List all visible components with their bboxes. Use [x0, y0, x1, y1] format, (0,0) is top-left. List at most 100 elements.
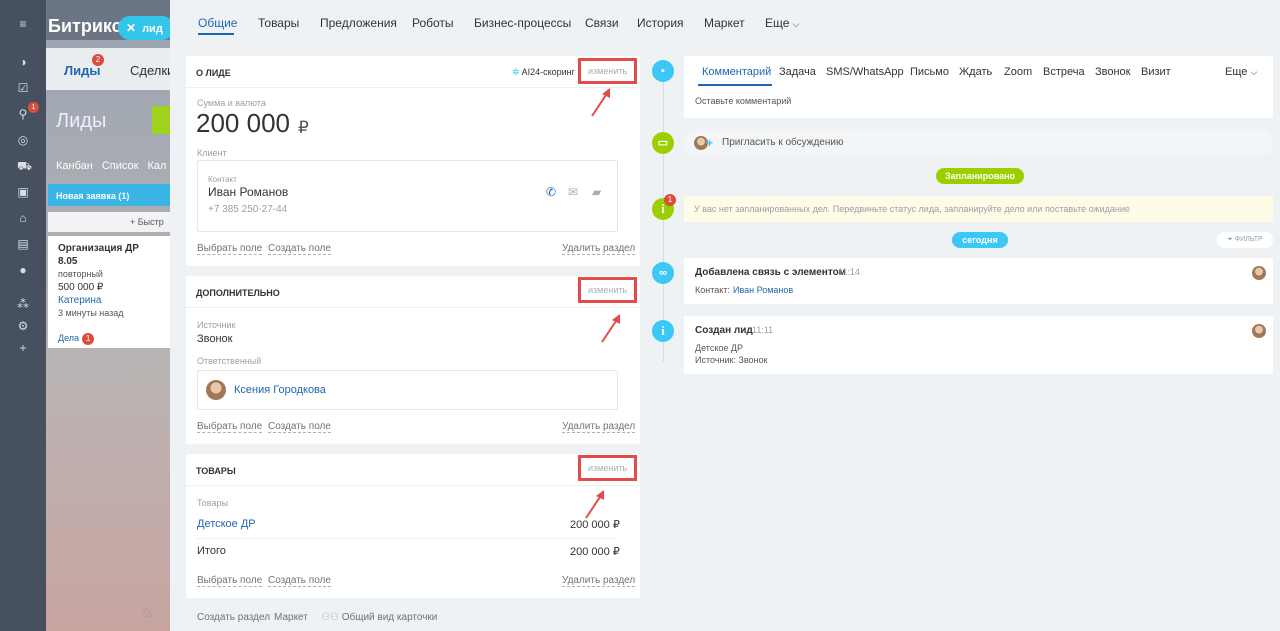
select-field-link[interactable]: Выбрать поле	[197, 421, 263, 433]
chip-label: лид	[142, 23, 163, 35]
tab-comment[interactable]: Комментарий	[702, 66, 771, 78]
background-add-button[interactable]	[152, 106, 170, 134]
highlight-arrow	[601, 314, 620, 343]
timeline-event: Добавлена связь с элементом 11:14 Контак…	[684, 258, 1273, 304]
event-title: Добавлена связь с элементом	[695, 267, 846, 278]
event-contact-link[interactable]: Иван Романов	[733, 285, 793, 295]
select-field-link[interactable]: Выбрать поле	[197, 243, 263, 255]
tab-visit[interactable]: Визит	[1141, 66, 1171, 78]
product-name[interactable]: Детское ДР	[197, 518, 256, 530]
mail-icon[interactable]: ✉	[568, 185, 578, 199]
create-field-link[interactable]: Создать поле	[268, 421, 331, 433]
robot-icon[interactable]: ⌂	[17, 212, 29, 224]
comment-input[interactable]: Оставьте комментарий	[695, 96, 791, 106]
contact-name[interactable]: Иван Романов	[208, 185, 288, 199]
select-field-link[interactable]: Выбрать поле	[197, 575, 263, 587]
view-kanban[interactable]: Канбан	[56, 160, 93, 172]
delete-section-link[interactable]: Удалить раздел	[562, 421, 636, 433]
view-calendar[interactable]: Кал	[147, 160, 166, 172]
link-icon: ∞	[652, 262, 674, 284]
view-list[interactable]: Список	[102, 160, 139, 172]
crm-icon[interactable]: ⚲	[17, 108, 29, 120]
plans-badge: 1	[664, 194, 676, 206]
crm-badge: 1	[28, 102, 39, 113]
contact-phone[interactable]: +7 385 250-27-44	[208, 204, 287, 215]
market-link[interactable]: Маркет	[274, 612, 308, 623]
menu-icon[interactable]: ≡	[17, 18, 29, 30]
about-lead-section: О лиде ✲ AI24-скоринг изменить Сумма и в…	[186, 56, 640, 266]
edit-button[interactable]: изменить	[578, 277, 638, 303]
create-field-link[interactable]: Создать поле	[268, 575, 331, 587]
tab-call[interactable]: Звонок	[1095, 66, 1131, 78]
tab-robots[interactable]: Роботы	[412, 16, 454, 30]
settings-icon[interactable]: ⚙	[17, 320, 29, 332]
chat-icon[interactable]: ▰	[592, 185, 601, 199]
common-view-link[interactable]: ⚇⚇ Общий вид карточки	[321, 612, 437, 623]
tasks-icon[interactable]: ☑	[17, 82, 29, 94]
kanban-card[interactable]: Организация ДР 8.05 повторный 500 000 ₽ …	[48, 236, 170, 348]
create-field-link[interactable]: Создать поле	[268, 243, 331, 255]
avatar	[1252, 266, 1266, 280]
print-icon[interactable]: ⎙	[142, 605, 152, 620]
box-icon[interactable]: ▤	[17, 238, 29, 250]
cart-icon[interactable]: ⛟	[17, 160, 32, 172]
check-icon[interactable]: ●	[17, 264, 29, 276]
structure-icon[interactable]: ⁂	[17, 298, 29, 310]
column-count: (1)	[118, 191, 130, 201]
background-view-switch: Канбан Список Кал	[56, 160, 170, 172]
edit-button[interactable]: изменить	[578, 455, 638, 481]
section-title: О лиде	[196, 68, 231, 78]
highlight-arrow	[585, 490, 604, 519]
event-detail: Детское ДР	[695, 343, 743, 353]
edit-button[interactable]: изменить	[578, 58, 638, 84]
contacts-icon[interactable]: ▣	[17, 186, 29, 198]
chat-bubble-icon: ▭	[652, 132, 674, 154]
chevron-down-icon: ⌵	[792, 19, 800, 29]
card-time: 3 минуты назад	[58, 308, 124, 318]
invite-label: Пригласить к обсуждению	[722, 137, 844, 148]
create-section-link[interactable]: Создать раздел	[197, 612, 270, 623]
responsible-name[interactable]: Ксения Городкова	[234, 384, 326, 396]
tab-task[interactable]: Задача	[779, 66, 816, 78]
background-title: Битрикс	[48, 16, 122, 36]
lead-card-slider: Общие Товары Предложения Роботы Бизнес-п…	[170, 0, 1280, 631]
tab-history[interactable]: История	[637, 16, 684, 30]
phone-icon[interactable]: ✆	[546, 185, 556, 199]
ai-scoring[interactable]: ✲ AI24-скоринг	[512, 67, 575, 78]
tab-email[interactable]: Письмо	[910, 66, 949, 78]
card-deals[interactable]: Дела 1	[58, 332, 160, 345]
invite-row[interactable]: + Пригласить к обсуждению	[684, 130, 1273, 156]
close-lead-chip[interactable]: ✕ лид	[118, 16, 174, 40]
tab-offers[interactable]: Предложения	[320, 16, 397, 30]
tab-general[interactable]: Общие	[198, 16, 237, 30]
tab-deals[interactable]: Сделки	[130, 63, 170, 78]
tab-leads-badge: 2	[92, 54, 104, 66]
tab-more[interactable]: Еще ⌵	[1225, 66, 1257, 78]
tab-zoom[interactable]: Zoom	[1004, 66, 1032, 78]
pulse-icon[interactable]: ◑	[17, 56, 29, 68]
source-value: Звонок	[197, 333, 233, 345]
filter-button[interactable]: ⏷ ФИЛЬТР	[1217, 232, 1273, 248]
tab-bizproc[interactable]: Бизнес-процессы	[474, 16, 571, 30]
delete-section-link[interactable]: Удалить раздел	[562, 243, 636, 255]
delete-section-link[interactable]: Удалить раздел	[562, 575, 636, 587]
product-price: 200 000 ₽	[570, 519, 620, 531]
tab-meeting[interactable]: Встреча	[1043, 66, 1085, 78]
tab-links[interactable]: Связи	[585, 16, 619, 30]
tab-market[interactable]: Маркет	[704, 16, 745, 30]
tab-wait[interactable]: Ждать	[959, 66, 992, 78]
tab-sms[interactable]: SMS/WhatsApp	[826, 66, 904, 78]
target-icon[interactable]: ◎	[17, 134, 29, 146]
tab-products[interactable]: Товары	[258, 16, 299, 30]
filter-label: ФИЛЬТР	[1234, 236, 1263, 243]
section-title: Дополнительно	[196, 288, 280, 298]
quick-add[interactable]: + Быстр	[48, 212, 170, 232]
card-deals-count: 1	[82, 333, 95, 345]
plus-icon[interactable]: +	[17, 342, 29, 354]
card-contact[interactable]: Катерина	[58, 294, 160, 307]
client-box: Контакт Иван Романов +7 385 250-27-44 ✆ …	[197, 160, 618, 232]
event-time: 11:14	[838, 267, 860, 277]
tab-more[interactable]: Еще ⌵	[765, 16, 800, 30]
products-label: Товары	[197, 498, 228, 508]
responsible-label: Ответственный	[197, 356, 262, 366]
